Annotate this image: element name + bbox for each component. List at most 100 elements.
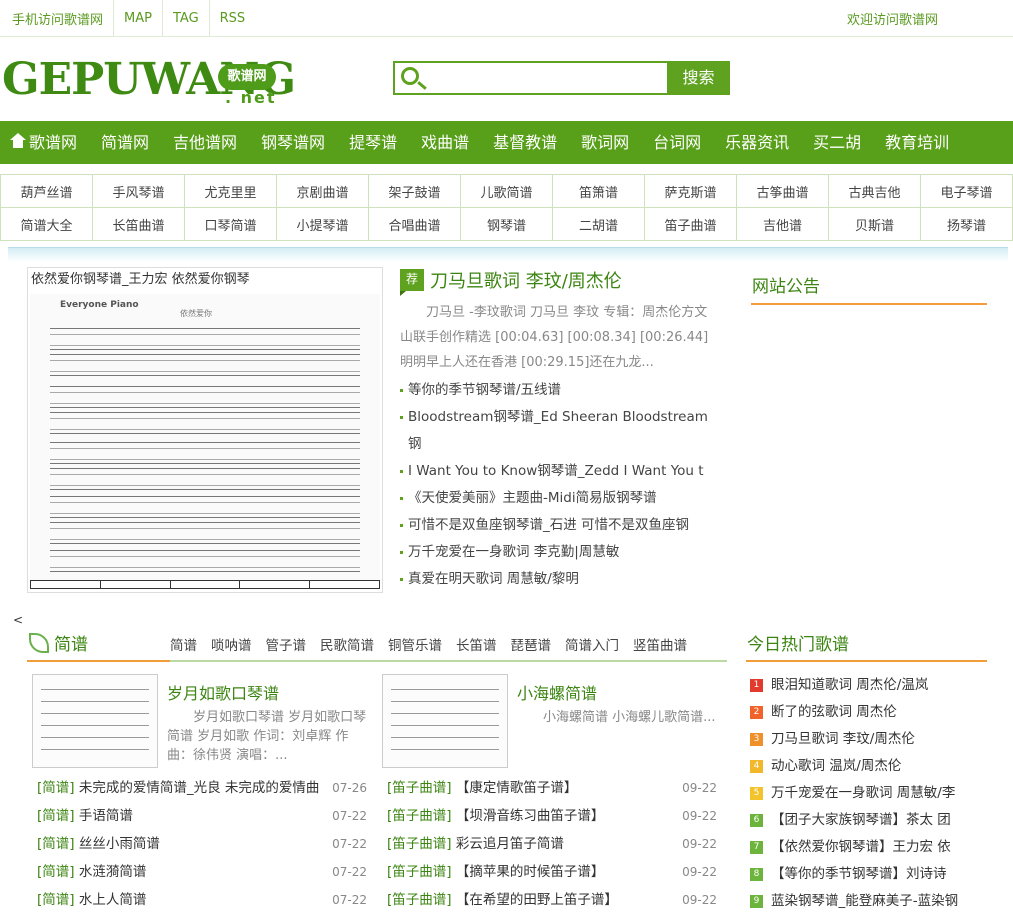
sheet-music-image[interactable]: Everyone Piano 依然爱你 <box>30 294 380 580</box>
category-link[interactable]: 二胡谱 <box>552 207 645 241</box>
list-item[interactable]: [笛子曲谱] 【坝滑音练习曲笛子谱】 09-22 <box>387 802 717 830</box>
search-button[interactable]: 搜索 <box>669 63 728 93</box>
list-item[interactable]: 万千宠爱在一身歌词 李克勤|周慧敏 <box>400 539 720 566</box>
section-tab[interactable]: 唢呐谱 <box>211 634 252 654</box>
section-tab[interactable]: 琵琶谱 <box>511 634 552 654</box>
list-item[interactable]: I Want You to Know钢琴谱_Zedd I Want You t <box>400 458 720 485</box>
section-tab[interactable]: 民歌简谱 <box>320 634 374 654</box>
category-link[interactable]: 小提琴谱 <box>276 207 369 241</box>
section-tab[interactable]: 铜管乐谱 <box>388 634 442 654</box>
nav-item[interactable]: 戏曲谱 <box>409 121 481 164</box>
hot-item[interactable]: 5 万千宠爱在一身歌词 周慧敏/李 <box>746 780 987 807</box>
category-link[interactable]: 萨克斯谱 <box>644 174 737 208</box>
section-tab[interactable]: 竖笛曲谱 <box>633 634 687 654</box>
nav-item[interactable]: 钢琴谱网 <box>249 121 337 164</box>
hot-item[interactable]: 7 【依然爱你钢琴谱】王力宏 依 <box>746 834 987 861</box>
list-item[interactable]: Bloodstream钢琴谱_Ed Sheeran Bloodstream钢 <box>400 404 720 458</box>
slide-thumb[interactable] <box>101 581 171 588</box>
nav-item[interactable]: 提琴谱 <box>337 121 409 164</box>
category-link[interactable]: 钢琴谱 <box>460 207 553 241</box>
list-item[interactable]: [笛子曲谱] 彩云追月笛子简谱 09-22 <box>387 830 717 858</box>
category-link[interactable]: 儿歌简谱 <box>460 174 553 208</box>
map-link[interactable]: MAP <box>124 11 152 26</box>
category-link[interactable]: 合唱曲谱 <box>368 207 461 241</box>
section-tab[interactable]: 管子谱 <box>266 634 307 654</box>
search-box <box>395 63 669 93</box>
category-link[interactable]: 古筝曲谱 <box>736 174 829 208</box>
section-tab[interactable]: 长笛谱 <box>456 634 497 654</box>
category-link[interactable]: 简谱大全 <box>0 207 93 241</box>
hot-item[interactable]: 3 刀马旦歌词 李玟/周杰伦 <box>746 726 987 753</box>
score-title[interactable]: 岁月如歌口琴谱 <box>167 680 279 704</box>
hot-item[interactable]: 1 眼泪知道歌词 周杰伦/温岚 <box>746 672 987 699</box>
rank-badge: 5 <box>750 787 763 800</box>
nav-item[interactable]: 台词网 <box>641 121 713 164</box>
hot-title: 今日热门歌谱 <box>746 627 987 662</box>
hot-item[interactable]: 2 断了的弦歌词 周杰伦 <box>746 699 987 726</box>
category-link[interactable]: 古典吉他 <box>828 174 921 208</box>
nav-item[interactable]: 简谱网 <box>89 121 161 164</box>
category-link[interactable]: 笛子曲谱 <box>644 207 737 241</box>
section-tab[interactable]: 简谱入门 <box>565 634 619 654</box>
category-link[interactable]: 手风琴谱 <box>92 174 185 208</box>
list-item[interactable]: [简谱] 手语简谱 07-22 <box>37 802 367 830</box>
category-link[interactable]: 尤克里里 <box>184 174 277 208</box>
welcome-link[interactable]: 欢迎访问歌谱网 <box>847 9 938 28</box>
hot-item[interactable]: 9 蓝染钢琴谱_能登麻美子-蓝染钢 <box>746 888 987 915</box>
hot-list: 1 眼泪知道歌词 周杰伦/温岚 2 断了的弦歌词 周杰伦 3 刀马旦歌词 李玟/周杰伦… <box>746 672 987 915</box>
staff <box>50 354 360 376</box>
category-link[interactable]: 长笛曲谱 <box>92 207 185 241</box>
nav-item[interactable]: 乐器资讯 <box>713 121 801 164</box>
nav-item[interactable]: 教育培训 <box>873 121 961 164</box>
nav-item[interactable]: 吉他谱网 <box>161 121 249 164</box>
score-title[interactable]: 小海螺简谱 <box>517 680 597 704</box>
slide-thumb[interactable] <box>171 581 241 588</box>
slide-thumb[interactable] <box>310 581 379 588</box>
score-thumbnail[interactable] <box>32 674 158 768</box>
list-item[interactable]: 可惜不是双鱼座钢琴谱_石进 可惜不是双鱼座钢 <box>400 512 720 539</box>
hot-item[interactable]: 6 【团子大家族钢琴谱】茶太 团 <box>746 807 987 834</box>
tag-link[interactable]: TAG <box>173 11 199 26</box>
list-item[interactable]: 等你的季节钢琴谱/五线谱 <box>400 377 720 404</box>
category-link[interactable]: 吉他谱 <box>736 207 829 241</box>
site-logo[interactable]: GEPUWANG 歌谱网 . net <box>2 52 296 110</box>
rss-link[interactable]: RSS <box>220 11 246 26</box>
category-link[interactable]: 架子鼓谱 <box>368 174 461 208</box>
category-grid: 葫芦丝谱 手风琴谱 尤克里里 京剧曲谱 架子鼓谱 儿歌简谱 笛箫谱 萨克斯谱 古… <box>0 174 1013 241</box>
category-link[interactable]: 电子琴谱 <box>920 174 1013 208</box>
list-item[interactable]: [简谱] 水涟漪简谱 07-22 <box>37 858 367 886</box>
slide-thumbnails <box>30 580 380 589</box>
search-input[interactable] <box>431 66 661 90</box>
site-notice: 网站公告 <box>751 272 987 305</box>
mobile-link[interactable]: 手机访问歌谱网 <box>12 9 103 28</box>
slide-thumb[interactable] <box>31 581 101 588</box>
list-item[interactable]: [简谱] 丝丝小雨简谱 07-22 <box>37 830 367 858</box>
list-item[interactable]: 真爱在明天歌词 周慧敏/黎明 <box>400 566 720 593</box>
nav-item[interactable]: 歌词网 <box>569 121 641 164</box>
section-tab[interactable]: 简谱 <box>170 634 197 654</box>
nav-item-home[interactable]: 歌谱网 <box>0 121 89 164</box>
list-item[interactable]: [笛子曲谱] 【摘苹果的时候笛子谱】 09-22 <box>387 858 717 886</box>
headline-title[interactable]: 刀马旦歌词 李玟/周杰伦 <box>430 267 622 293</box>
category-link[interactable]: 京剧曲谱 <box>276 174 369 208</box>
category-link[interactable]: 笛箫谱 <box>552 174 645 208</box>
rank-badge: 1 <box>750 679 763 692</box>
list-item[interactable]: [笛子曲谱] 【在希望的田野上笛子谱】 09-22 <box>387 886 717 914</box>
score-card: 小海螺简谱 小海螺简谱 小海螺儿歌简谱... <box>382 674 722 768</box>
nav-item[interactable]: 基督教谱 <box>481 121 569 164</box>
hot-item[interactable]: 8 【等你的季节钢琴谱】刘诗诗 <box>746 861 987 888</box>
category-link[interactable]: 扬琴谱 <box>920 207 1013 241</box>
slide-thumb[interactable] <box>240 581 311 588</box>
category-link[interactable]: 葫芦丝谱 <box>0 174 93 208</box>
category-link[interactable]: 贝斯谱 <box>828 207 921 241</box>
nav-item[interactable]: 买二胡 <box>801 121 873 164</box>
list-item[interactable]: 《天使爱美丽》主题曲-Midi简易版钢琴谱 <box>400 485 720 512</box>
staff <box>50 522 360 544</box>
list-item[interactable]: [简谱] 未完成的爱情简谱_光良 未完成的爱情曲 07-26 <box>37 774 367 802</box>
list-item[interactable]: [简谱] 水上人简谱 07-22 <box>37 886 367 914</box>
category-link[interactable]: 口琴简谱 <box>184 207 277 241</box>
score-thumbnail[interactable] <box>382 674 508 768</box>
list-item[interactable]: [笛子曲谱] 【康定情歌笛子谱】 09-22 <box>387 774 717 802</box>
featured-sheet[interactable]: 依然爱你钢琴谱_王力宏 依然爱你钢琴 Everyone Piano 依然爱你 <box>27 267 383 593</box>
hot-item[interactable]: 4 动心歌词 温岚/周杰伦 <box>746 753 987 780</box>
